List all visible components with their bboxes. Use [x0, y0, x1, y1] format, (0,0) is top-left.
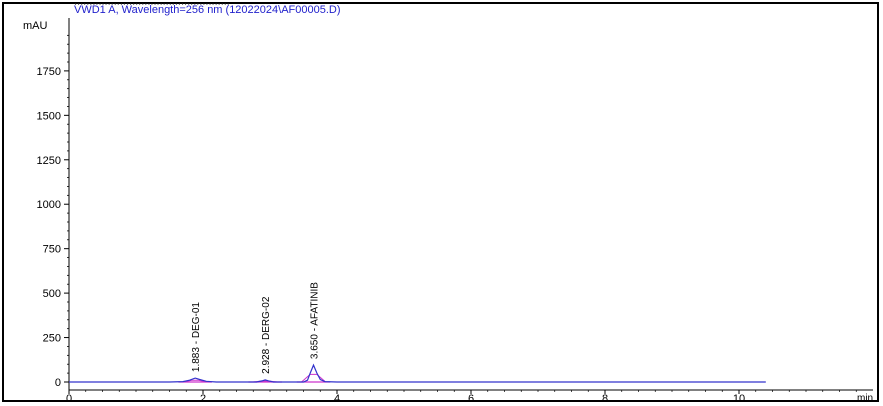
- y-tick-label: 1750: [37, 66, 61, 78]
- peak-labels-group: 1.883 - DEG-01 2.928 - DERG-02 3.650 - AFA…: [191, 282, 320, 374]
- x-tick-label: 8: [602, 393, 608, 405]
- x-tick-label: 2: [200, 393, 206, 405]
- x-tick-label: 10: [733, 393, 745, 405]
- y-tick-label: 250: [43, 333, 61, 345]
- y-tick-label: 500: [43, 288, 61, 300]
- y-tick-label: 750: [43, 244, 61, 256]
- y-tick-label: 1500: [37, 110, 61, 122]
- y-tick-label: 0: [55, 377, 61, 389]
- x-axis-unit-label: min: [857, 393, 873, 404]
- peak-label: 1.883 - DEG-01: [191, 302, 202, 372]
- peak-label: 3.650 - AFATINIB: [310, 282, 321, 359]
- x-tick-label: 6: [468, 393, 474, 405]
- axes-group: [68, 18, 873, 391]
- chromatogram-plot: ........................................…: [23, 0, 873, 405]
- y-tick-label: 1250: [37, 155, 61, 167]
- x-tick-label: 0: [66, 393, 72, 405]
- y-tick-label: 1000: [37, 199, 61, 211]
- peak-label: 2.928 - DERG-02: [261, 296, 272, 374]
- y-axis-unit-label: mAU: [23, 20, 48, 32]
- signal-title: VWD1 A, Wavelength=256 nm (12022024\AF00…: [74, 4, 341, 16]
- traces-group: [69, 363, 766, 383]
- x-tick-label: 4: [334, 393, 340, 405]
- ticks-group: 0 250 500 750 1000 1250 1500 1750 0 2 4 6 8 10: [37, 34, 857, 405]
- signal-trace: [69, 363, 766, 383]
